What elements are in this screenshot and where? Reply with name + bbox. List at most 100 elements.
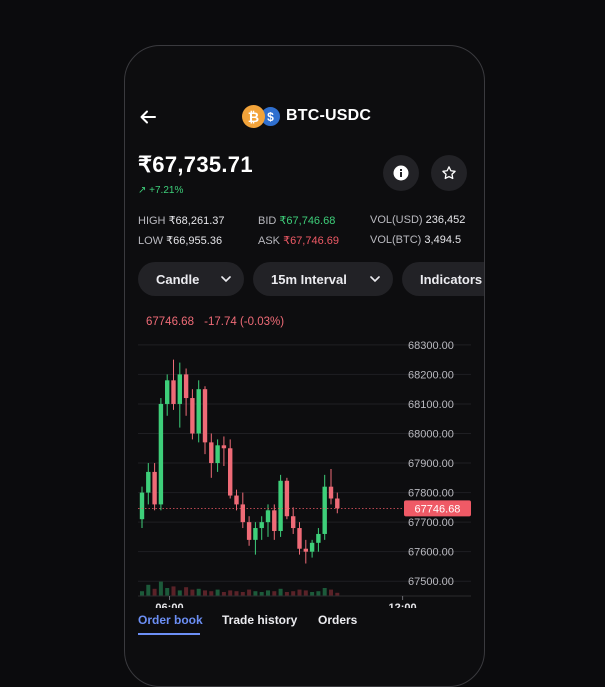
arrow-left-icon[interactable] [139, 108, 157, 126]
tab-orders[interactable]: Orders [318, 613, 357, 627]
volume-bar [184, 587, 189, 596]
stat-vol-usd-label: VOL(USD) [370, 214, 423, 226]
volume-bar [310, 592, 315, 596]
candle-body [139, 492, 145, 520]
interval-label: 15m Interval [271, 271, 347, 287]
active-tab-underline [138, 633, 200, 635]
volume-bar [177, 590, 182, 596]
candle-body [246, 522, 252, 540]
volume-bar [253, 591, 258, 596]
candle-body [158, 403, 164, 505]
candle-body [272, 510, 277, 531]
volume-bar [284, 592, 289, 596]
candle-body [335, 498, 340, 509]
volume-bar [165, 588, 170, 596]
chart-controls: Candle 15m Interval Indicators [138, 262, 484, 298]
bitcoin-coin-icon: ₿ [242, 105, 265, 128]
chart-header-change: -17.74 (-0.03%) [204, 316, 284, 328]
info-icon [393, 165, 409, 181]
candle-body [152, 471, 157, 505]
y-tick-label: 68300.00 [408, 340, 454, 352]
candle-body [215, 445, 220, 464]
y-tick-label: 68000.00 [408, 429, 454, 441]
stat-vol-usd: VOL(USD) 236,452 [370, 214, 465, 226]
tab-trade-history-label: Trade history [222, 613, 298, 627]
candle-body [240, 504, 245, 523]
tab-order-book-label: Order book [138, 613, 203, 627]
candle-body [328, 486, 334, 499]
market-stats: HIGH ₹68,261.37 LOW ₹66,955.36 BID ₹67,7… [138, 214, 468, 254]
bottom-tabs: Order book Trade history Orders [138, 613, 471, 643]
stat-ask-value: ₹67,746.69 [283, 235, 340, 247]
volume-bar [196, 588, 201, 596]
candle-body [196, 389, 201, 434]
volume-bar [316, 591, 321, 596]
price-change-percent: ↗ +7.21% [138, 185, 184, 196]
indicators-label: Indicators [420, 271, 483, 287]
stat-low-label: LOW [138, 235, 164, 247]
interval-dropdown[interactable]: 15m Interval [253, 262, 393, 296]
volume-bar [209, 591, 214, 596]
favorite-button[interactable] [431, 155, 467, 191]
chart-header-price: 67746.68 [146, 316, 194, 328]
tab-orders-label: Orders [318, 613, 358, 627]
stat-high: HIGH ₹68,261.37 [138, 214, 225, 227]
volume-bar [203, 590, 207, 596]
stat-high-label: HIGH [138, 215, 166, 227]
candle-body [177, 374, 182, 404]
star-icon [442, 166, 456, 180]
y-tick-label: 68100.00 [408, 399, 454, 411]
stat-vol-usd-value: 236,452 [425, 214, 466, 226]
volume-bar [322, 588, 327, 596]
candle-body [171, 380, 176, 404]
price-chart[interactable]: 68300.00 68200.00 68100.00 68000.00 67900.00… [138, 308, 471, 614]
volume-bar [158, 581, 163, 596]
y-tick-label: 67600.00 [408, 547, 454, 559]
chart-last-price-header: 67746.68 -17.74 (-0.03%) [146, 316, 284, 328]
candlestick-chart[interactable]: 68300.00 68200.00 68100.00 68000.00 67900.00… [138, 308, 471, 614]
volume-bar [297, 589, 302, 596]
volume-bar [190, 589, 195, 596]
info-button[interactable] [383, 155, 419, 191]
chevron-down-icon [370, 276, 380, 283]
stat-bid-value: ₹67,746.68 [279, 215, 336, 227]
tab-trade-history[interactable]: Trade history [222, 613, 297, 627]
x-tick-label: 12:00 [389, 602, 417, 608]
candle-body [183, 374, 189, 399]
stat-bid-label: BID [258, 215, 277, 227]
volume-bar [221, 592, 226, 596]
y-tick-label: 68200.00 [408, 369, 454, 381]
chart-type-dropdown[interactable]: Candle [138, 262, 244, 296]
candle-body [265, 510, 271, 523]
candle-body [146, 471, 151, 493]
volume-bar [259, 592, 264, 596]
y-tick-label: 67500.00 [408, 576, 454, 588]
candle-body [284, 480, 290, 517]
candle-body [291, 516, 296, 529]
tab-order-book[interactable]: Order book [138, 613, 203, 635]
chart-type-label: Candle [156, 271, 200, 287]
candle-body [228, 448, 233, 496]
y-tick-label: 67700.00 [408, 517, 454, 529]
candle-body [309, 542, 315, 552]
stat-vol-btc-value: 3,494.5 [424, 234, 462, 246]
stat-vol-btc-label: VOL(BTC) [370, 234, 422, 246]
volume-bar [234, 591, 239, 596]
chevron-down-icon [221, 276, 231, 283]
phone-frame: ₿ $ BTC-USDC ₹67,735.71 ↗ +7.21% HIGH ₹6… [124, 45, 485, 687]
candle-body [303, 548, 308, 552]
volume-bar [329, 589, 333, 596]
volume-bar [272, 591, 277, 596]
volume-bar [152, 588, 157, 596]
stat-high-value: ₹68,261.37 [168, 215, 225, 227]
volume-bar [140, 591, 144, 596]
candle-body [165, 380, 170, 404]
candle-body [209, 442, 214, 464]
volume-bar [215, 589, 220, 596]
candle-body [259, 522, 264, 529]
indicators-dropdown[interactable]: Indicators [402, 262, 484, 296]
candle-body [278, 480, 283, 531]
y-tick-label: 67800.00 [408, 488, 454, 500]
x-tick-label: 06:00 [155, 602, 183, 608]
volume-bar [240, 592, 245, 596]
